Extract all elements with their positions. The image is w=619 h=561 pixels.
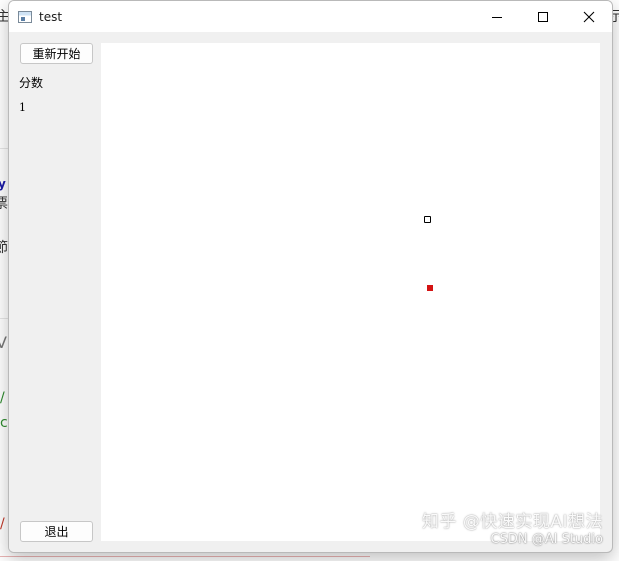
food-item bbox=[427, 285, 433, 291]
bg-divider bbox=[0, 318, 8, 319]
bg-text-fragment: 票 bbox=[0, 196, 8, 212]
bg-code-fragment: c bbox=[0, 415, 8, 431]
minimize-icon bbox=[492, 16, 502, 18]
bg-text-fragment: 節 bbox=[0, 240, 8, 256]
restart-button[interactable]: 重新开始 bbox=[20, 43, 93, 64]
bg-code-fragment: y bbox=[0, 177, 6, 191]
maximize-button[interactable] bbox=[520, 1, 566, 32]
app-window: test 重新开始 分数 1 退出 bbox=[8, 0, 613, 553]
bg-underline bbox=[0, 556, 370, 557]
bg-divider bbox=[0, 148, 8, 149]
bg-code-fragment: / bbox=[0, 390, 5, 406]
maximize-icon bbox=[538, 11, 548, 22]
screen: 主 示 y 票 節 V / c / test 重新开始 分数 1 退出 知乎 @… bbox=[0, 0, 619, 561]
snake-head bbox=[424, 216, 431, 223]
title-bar[interactable]: test bbox=[9, 1, 612, 32]
bg-code-fragment: / bbox=[0, 516, 5, 532]
score-label: 分数 bbox=[19, 76, 44, 90]
close-button[interactable] bbox=[566, 1, 612, 32]
score-value: 1 bbox=[19, 101, 26, 114]
bg-text-fragment: V bbox=[0, 333, 7, 352]
close-icon bbox=[583, 11, 595, 22]
control-panel: 重新开始 分数 1 退出 bbox=[9, 32, 101, 552]
quit-button[interactable]: 退出 bbox=[20, 521, 93, 542]
window-controls bbox=[474, 1, 612, 32]
minimize-button[interactable] bbox=[474, 1, 520, 32]
game-board[interactable] bbox=[101, 43, 600, 541]
app-window-icon bbox=[18, 10, 32, 23]
window-title: test bbox=[39, 9, 63, 24]
